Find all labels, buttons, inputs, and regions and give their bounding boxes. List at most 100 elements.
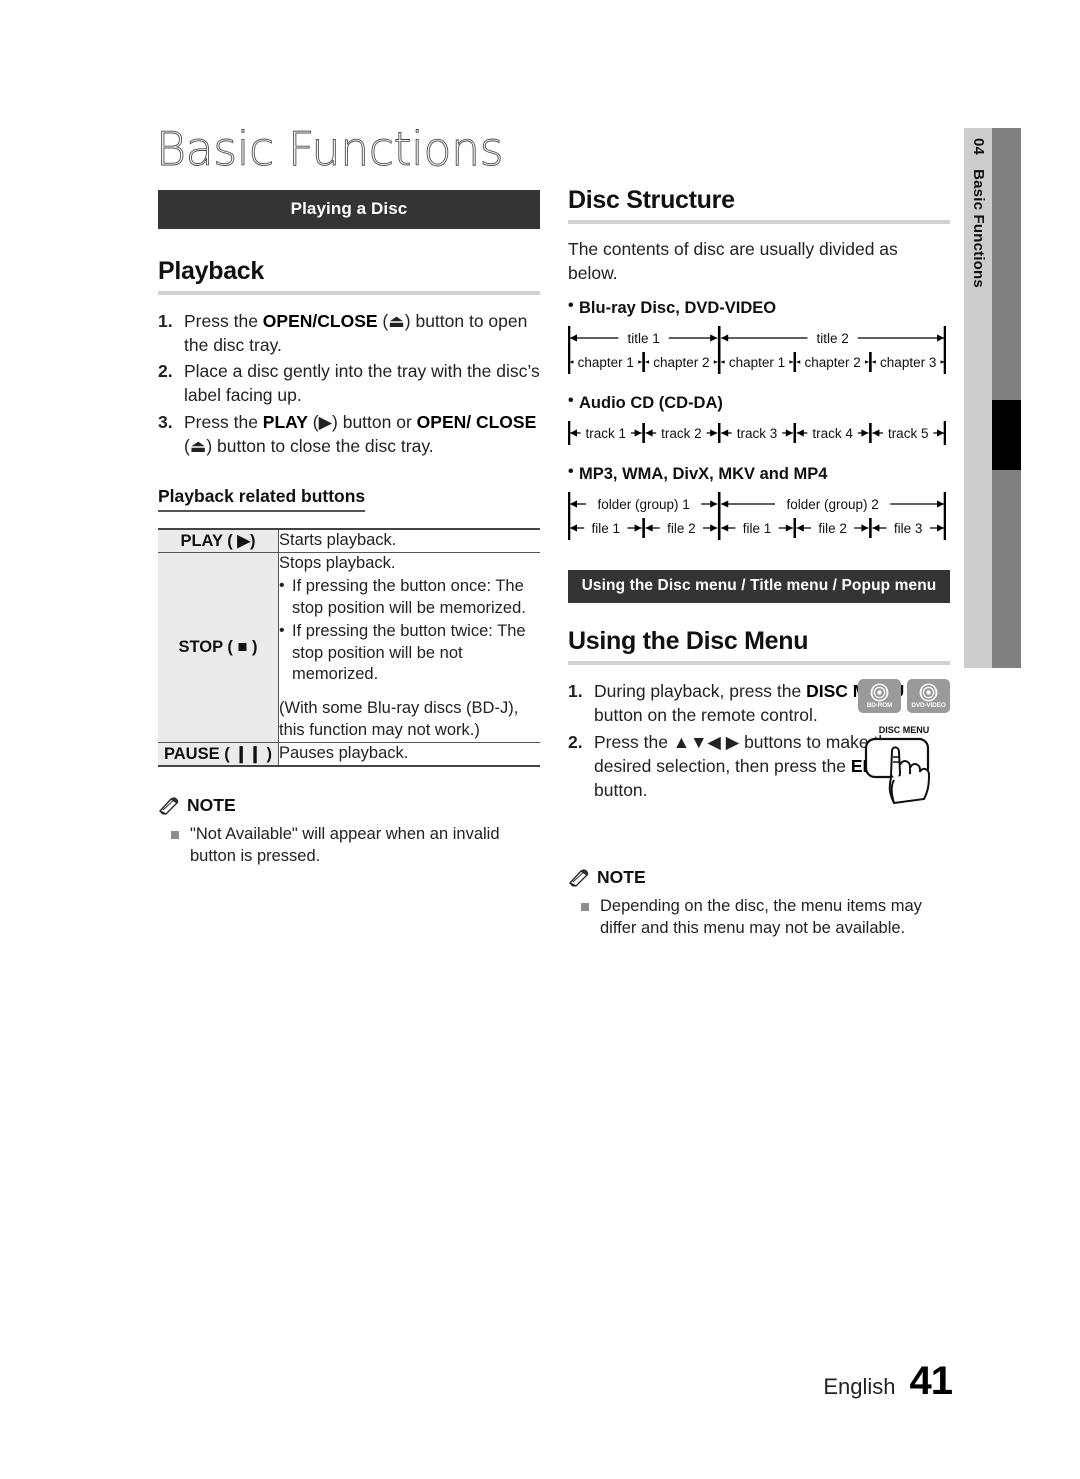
disc-structure-group: Blu-ray Disc, DVD-VIDEO title 1 title 2 cha… (568, 297, 950, 376)
disc-structure-diagram: folder (group) 1 folder (group) 2 file 1 fi… (568, 492, 946, 541)
heading-playback-related-buttons: Playback related buttons (158, 486, 366, 512)
button-name-cell: PAUSE ( ❙❙ ) (158, 742, 279, 767)
remote-button-label: DISC MENU (879, 725, 930, 735)
page-footer: English 41 (823, 1359, 953, 1404)
footer-page-number: 41 (909, 1359, 953, 1403)
remote-button-illustration: DISC MENU (858, 723, 950, 820)
manual-page: 04Basic Functions Basic Functions Playin… (0, 0, 1080, 1479)
svg-text:file 1: file 1 (743, 521, 772, 536)
disc-structure-group: Audio CD (CD-DA)track 1track 2track 3tra… (568, 392, 950, 447)
step-text: Press the OPEN/CLOSE (⏏) button to open … (184, 311, 528, 356)
description-lead: Stops playback. (279, 553, 396, 572)
left-column: Playing a Disc Playback 1. Press the OPEN… (158, 190, 540, 869)
heading-disc-structure: Disc Structure (568, 186, 735, 214)
step-text: Press the PLAY (▶) button or OPEN/ CLOSE… (184, 411, 537, 456)
right-column: Disc Structure The contents of disc are … (568, 186, 950, 941)
table-row: STOP ( ■ )Stops playback. If pressing the… (158, 551, 540, 743)
step-number: 2. (568, 731, 583, 752)
svg-text:track 4: track 4 (812, 426, 853, 441)
media-compatibility-icons: BD-ROM DVD-VIDEO (858, 679, 950, 714)
svg-text:file 2: file 2 (667, 521, 696, 536)
heading-rule (568, 220, 950, 224)
note-items-right: Depending on the disc, the menu items ma… (568, 895, 950, 939)
disc-structure-group: MP3, WMA, DivX, MKV and MP4 folder (group… (568, 463, 950, 542)
button-name-cell: PLAY ( ▶) (158, 528, 279, 553)
step-text: Place a disc gently into the tray with t… (184, 361, 540, 406)
media-icon-dvd-video: DVD-VIDEO (907, 679, 950, 714)
note-heading: NOTE (568, 867, 950, 888)
note-block-left: NOTE "Not Available" will appear when an… (158, 795, 540, 867)
step-number: 1. (568, 681, 583, 702)
pencil-icon (158, 797, 179, 815)
footer-language: English (823, 1374, 896, 1399)
note-title: NOTE (187, 795, 236, 816)
button-description-cell: Stops playback. If pressing the button on… (278, 551, 540, 743)
svg-text:chapter 2: chapter 2 (804, 355, 860, 370)
playback-buttons-table: PLAY ( ▶) Starts playback. STOP ( ■ ) Stops… (158, 527, 541, 768)
section-banner-using-disc-menu: Using the Disc menu / Title menu / Popup… (568, 570, 950, 604)
side-tab-light-strip (964, 128, 992, 668)
svg-text:track 5: track 5 (888, 426, 929, 441)
pencil-icon (568, 869, 589, 887)
note-item: "Not Available" will appear when an inva… (158, 823, 540, 867)
disc-structure-diagram: track 1 track 2 track 3 track 4 track 5 (568, 421, 946, 446)
playback-step-item: 3. Press the PLAY (▶) button or OPEN/ CLO… (158, 410, 540, 458)
side-tab-dark-strip (992, 128, 1021, 668)
media-icon-label: BD-ROM (866, 702, 893, 709)
svg-text:folder (group) 2: folder (group) 2 (786, 497, 878, 512)
media-icon-label: DVD-VIDEO (911, 702, 946, 709)
note-items-left: "Not Available" will appear when an inva… (158, 823, 540, 867)
disc-structure-diagram: title 1 title 2 chapter 1 chapter 2 chapter … (568, 326, 946, 375)
button-description-cell: Starts playback. (279, 529, 541, 552)
note-block-right: NOTE Depending on the disc, the menu ite… (568, 867, 950, 939)
description-bullets: If pressing the button once: The stop po… (279, 575, 540, 687)
heading-rule (158, 291, 540, 295)
disc-icon (919, 683, 938, 702)
heading-playback: Playback (158, 257, 265, 285)
media-icon-bd-rom: BD-ROM (858, 679, 901, 714)
playback-steps-list: 1. Press the OPEN/CLOSE (⏏) button to ope… (158, 309, 540, 458)
disc-icon (870, 683, 889, 702)
note-item: Depending on the disc, the menu items ma… (568, 895, 950, 939)
disc-structure-diagrams: Blu-ray Disc, DVD-VIDEO title 1 title 2 cha… (568, 297, 950, 542)
note-title: NOTE (597, 867, 646, 888)
description-bullet: If pressing the button twice: The stop p… (279, 620, 540, 687)
svg-text:track 3: track 3 (737, 426, 778, 441)
table-row: PLAY ( ▶) Starts playback. (158, 528, 541, 553)
svg-text:track 2: track 2 (661, 426, 702, 441)
table-row: PAUSE ( ❙❙ ) Pauses playback. (158, 742, 540, 767)
page-title: Basic Functions (156, 122, 504, 177)
playback-step-item: 1. Press the OPEN/CLOSE (⏏) button to ope… (158, 309, 540, 357)
svg-text:chapter 1: chapter 1 (729, 355, 785, 370)
description-paren-note: (With some Blu-ray discs (BD-J), this fu… (279, 699, 519, 740)
svg-text:chapter 1: chapter 1 (578, 355, 634, 370)
step-number: 3. (158, 411, 173, 432)
svg-text:file 3: file 3 (894, 521, 923, 536)
disc-structure-group-label: MP3, WMA, DivX, MKV and MP4 (568, 463, 950, 484)
svg-text:track 1: track 1 (586, 426, 627, 441)
description-lead: Pauses playback. (279, 744, 409, 763)
svg-text:file 2: file 2 (818, 521, 847, 536)
playback-step-item: 2. Place a disc gently into the tray with… (158, 359, 540, 407)
note-heading: NOTE (158, 795, 540, 816)
button-description-cell: Pauses playback. (278, 742, 540, 767)
side-tab-chapter-marker (992, 400, 1021, 470)
step-number: 2. (158, 361, 173, 382)
description-bullet: If pressing the button once: The stop po… (279, 575, 540, 620)
description-lead: Starts playback. (279, 530, 397, 549)
heading-using-the-disc-menu: Using the Disc Menu (568, 627, 809, 656)
svg-text:chapter 3: chapter 3 (880, 355, 936, 370)
svg-text:folder (group) 1: folder (group) 1 (597, 497, 689, 512)
disc-structure-intro: The contents of disc are usually divided… (568, 239, 898, 283)
svg-text:chapter 2: chapter 2 (653, 355, 709, 370)
svg-text:title 2: title 2 (816, 331, 848, 346)
svg-text:title 1: title 1 (627, 331, 659, 346)
disc-structure-group-label: Blu-ray Disc, DVD-VIDEO (568, 297, 950, 318)
disc-structure-group-label: Audio CD (CD-DA) (568, 392, 950, 413)
svg-text:file 1: file 1 (592, 521, 621, 536)
disc-menu-body: BD-ROM DVD-VIDEO DISC MENU 1. During playb… (568, 679, 950, 839)
step-number: 1. (158, 311, 173, 331)
heading-rule (568, 661, 950, 666)
section-banner-playing-a-disc: Playing a Disc (158, 190, 540, 229)
button-name-cell: STOP ( ■ ) (158, 551, 279, 743)
